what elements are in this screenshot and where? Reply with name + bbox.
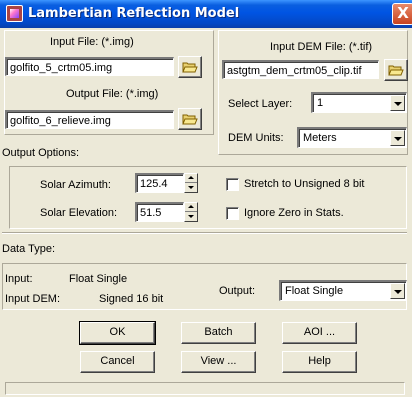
input-dem-type-value: Signed 16 bit bbox=[99, 293, 164, 305]
batch-button[interactable]: Batch bbox=[181, 322, 256, 344]
solar-azimuth-spinner[interactable] bbox=[184, 173, 198, 193]
output-type-dropdown[interactable]: Float Single bbox=[279, 280, 407, 301]
open-folder-icon bbox=[182, 114, 198, 125]
app-icon bbox=[6, 5, 23, 22]
dem-units-value: Meters bbox=[303, 132, 337, 144]
input-file-field[interactable]: golfito_5_crtm05.img bbox=[5, 57, 174, 76]
dem-units-dropdown[interactable]: Meters bbox=[297, 127, 407, 148]
chevron-down-icon[interactable] bbox=[390, 283, 405, 299]
view-button[interactable]: View ... bbox=[181, 351, 256, 373]
select-layer-dropdown[interactable]: 1 bbox=[311, 92, 407, 113]
dem-file-label: Input DEM File: (*.tif) bbox=[270, 41, 373, 53]
cancel-button[interactable]: Cancel bbox=[80, 351, 155, 373]
open-folder-icon bbox=[388, 65, 404, 76]
section-divider bbox=[2, 232, 407, 234]
open-folder-icon bbox=[182, 62, 198, 73]
output-file-browse-button[interactable] bbox=[178, 108, 202, 130]
select-layer-label: Select Layer: bbox=[228, 98, 293, 110]
close-button[interactable]: X bbox=[392, 3, 412, 25]
spinner-down-icon[interactable] bbox=[185, 212, 197, 221]
output-type-value: Float Single bbox=[285, 285, 344, 297]
solar-elevation-input[interactable]: 51.5 bbox=[135, 202, 184, 222]
input-type-label: Input: bbox=[5, 273, 33, 285]
dem-file-field[interactable]: astgtm_dem_crtm05_clip.tif bbox=[222, 60, 379, 79]
help-button[interactable]: Help bbox=[282, 351, 357, 373]
select-layer-value: 1 bbox=[317, 97, 324, 109]
dem-file-browse-button[interactable] bbox=[384, 59, 408, 81]
input-type-value: Float Single bbox=[69, 273, 128, 285]
input-file-label: Input File: (*.img) bbox=[50, 36, 134, 48]
window-title: Lambertian Reflection Model bbox=[28, 6, 240, 21]
chevron-down-icon[interactable] bbox=[390, 95, 405, 111]
stretch-label: Stretch to Unsigned 8 bit bbox=[244, 178, 365, 190]
stretch-checkbox[interactable] bbox=[226, 178, 239, 191]
input-file-browse-button[interactable] bbox=[178, 56, 202, 78]
solar-elevation-label: Solar Elevation: bbox=[40, 207, 118, 219]
output-type-label: Output: bbox=[219, 285, 256, 297]
data-type-label: Data Type: bbox=[2, 243, 55, 255]
dem-units-label: DEM Units: bbox=[228, 132, 284, 144]
spinner-up-icon[interactable] bbox=[185, 174, 197, 183]
output-file-field[interactable]: golfito_6_relieve.img bbox=[5, 110, 174, 129]
solar-elevation-spinner[interactable] bbox=[184, 202, 198, 222]
aoi-button[interactable]: AOI ... bbox=[282, 322, 357, 344]
output-file-label: Output File: (*.img) bbox=[66, 88, 159, 100]
title-bar[interactable]: Lambertian Reflection Model X bbox=[0, 0, 412, 28]
output-options-panel bbox=[9, 166, 407, 229]
ok-button[interactable]: OK bbox=[79, 321, 156, 345]
input-dem-type-label: Input DEM: bbox=[5, 293, 61, 305]
ignore-zero-label: Ignore Zero in Stats. bbox=[244, 207, 344, 219]
solar-azimuth-label: Solar Azimuth: bbox=[40, 179, 111, 191]
chevron-down-icon[interactable] bbox=[390, 130, 405, 146]
ignore-zero-checkbox[interactable] bbox=[226, 207, 239, 220]
output-options-label: Output Options: bbox=[2, 147, 80, 159]
solar-azimuth-input[interactable]: 125.4 bbox=[135, 173, 184, 193]
dialog-window: Lambertian Reflection Model X Input File… bbox=[0, 0, 412, 397]
status-bar bbox=[5, 382, 405, 395]
spinner-down-icon[interactable] bbox=[185, 183, 197, 192]
spinner-up-icon[interactable] bbox=[185, 203, 197, 212]
